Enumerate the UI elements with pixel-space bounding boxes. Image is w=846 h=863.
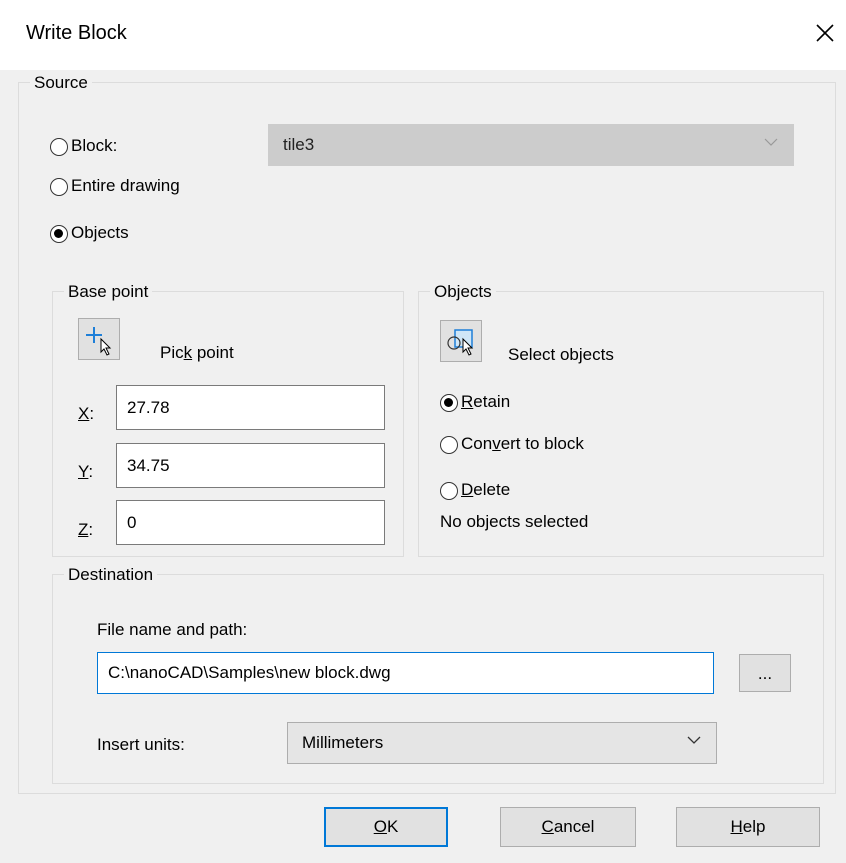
convert-to-block-radio-label[interactable]: Convert to block	[461, 434, 584, 454]
file-name-label: File name and path:	[97, 620, 248, 639]
selection-status: No objects selected	[440, 512, 589, 531]
block-name-dropdown: tile3	[268, 124, 794, 166]
close-icon[interactable]	[810, 18, 840, 48]
insert-units-value: Millimeters	[302, 733, 384, 752]
entire-drawing-radio-label[interactable]: Entire drawing	[71, 176, 180, 196]
insert-units-dropdown[interactable]: Millimeters	[287, 722, 717, 764]
block-radio-label[interactable]: Block:	[71, 136, 117, 156]
title-bar: Write Block	[0, 0, 846, 70]
file-path-field[interactable]	[97, 652, 714, 694]
y-coordinate-field[interactable]	[116, 443, 385, 488]
select-objects-label: Select objects	[508, 345, 614, 364]
x-label: X:	[78, 404, 95, 423]
help-button[interactable]: Help	[676, 807, 820, 847]
convert-to-block-radio[interactable]	[440, 436, 458, 454]
entire-drawing-radio[interactable]	[50, 178, 68, 196]
objects-radio-label[interactable]: Objects	[71, 223, 129, 243]
chevron-down-icon	[764, 138, 778, 146]
objects-radio[interactable]	[50, 225, 68, 243]
z-coordinate-field[interactable]	[116, 500, 385, 545]
pick-point-button[interactable]	[78, 318, 120, 360]
pick-point-icon	[86, 327, 112, 356]
z-label: Z:	[78, 520, 94, 539]
ok-button[interactable]: OK	[324, 807, 448, 847]
write-block-dialog: Write Block Source Block: tile3 Entire d…	[0, 0, 846, 863]
cancel-button[interactable]: Cancel	[500, 807, 636, 847]
block-radio[interactable]	[50, 138, 68, 156]
window-title: Write Block	[26, 22, 127, 44]
x-coordinate-field[interactable]	[116, 385, 385, 430]
select-objects-icon	[447, 329, 474, 356]
delete-radio[interactable]	[440, 482, 458, 500]
block-name-value: tile3	[283, 135, 315, 154]
base-point-legend: Base point	[64, 282, 153, 302]
delete-radio-label[interactable]: Delete	[461, 480, 510, 500]
browse-button[interactable]: ...	[739, 654, 791, 692]
y-label: Y:	[78, 462, 94, 481]
select-objects-button[interactable]	[440, 320, 482, 362]
insert-units-label: Insert units:	[97, 735, 185, 754]
source-legend: Source	[30, 73, 92, 93]
retain-radio[interactable]	[440, 394, 458, 412]
pick-point-label: Pick point	[160, 343, 234, 362]
destination-legend: Destination	[64, 565, 158, 585]
retain-radio-label[interactable]: Retain	[461, 392, 510, 412]
chevron-down-icon	[687, 736, 701, 744]
objects-legend: Objects	[430, 282, 496, 302]
